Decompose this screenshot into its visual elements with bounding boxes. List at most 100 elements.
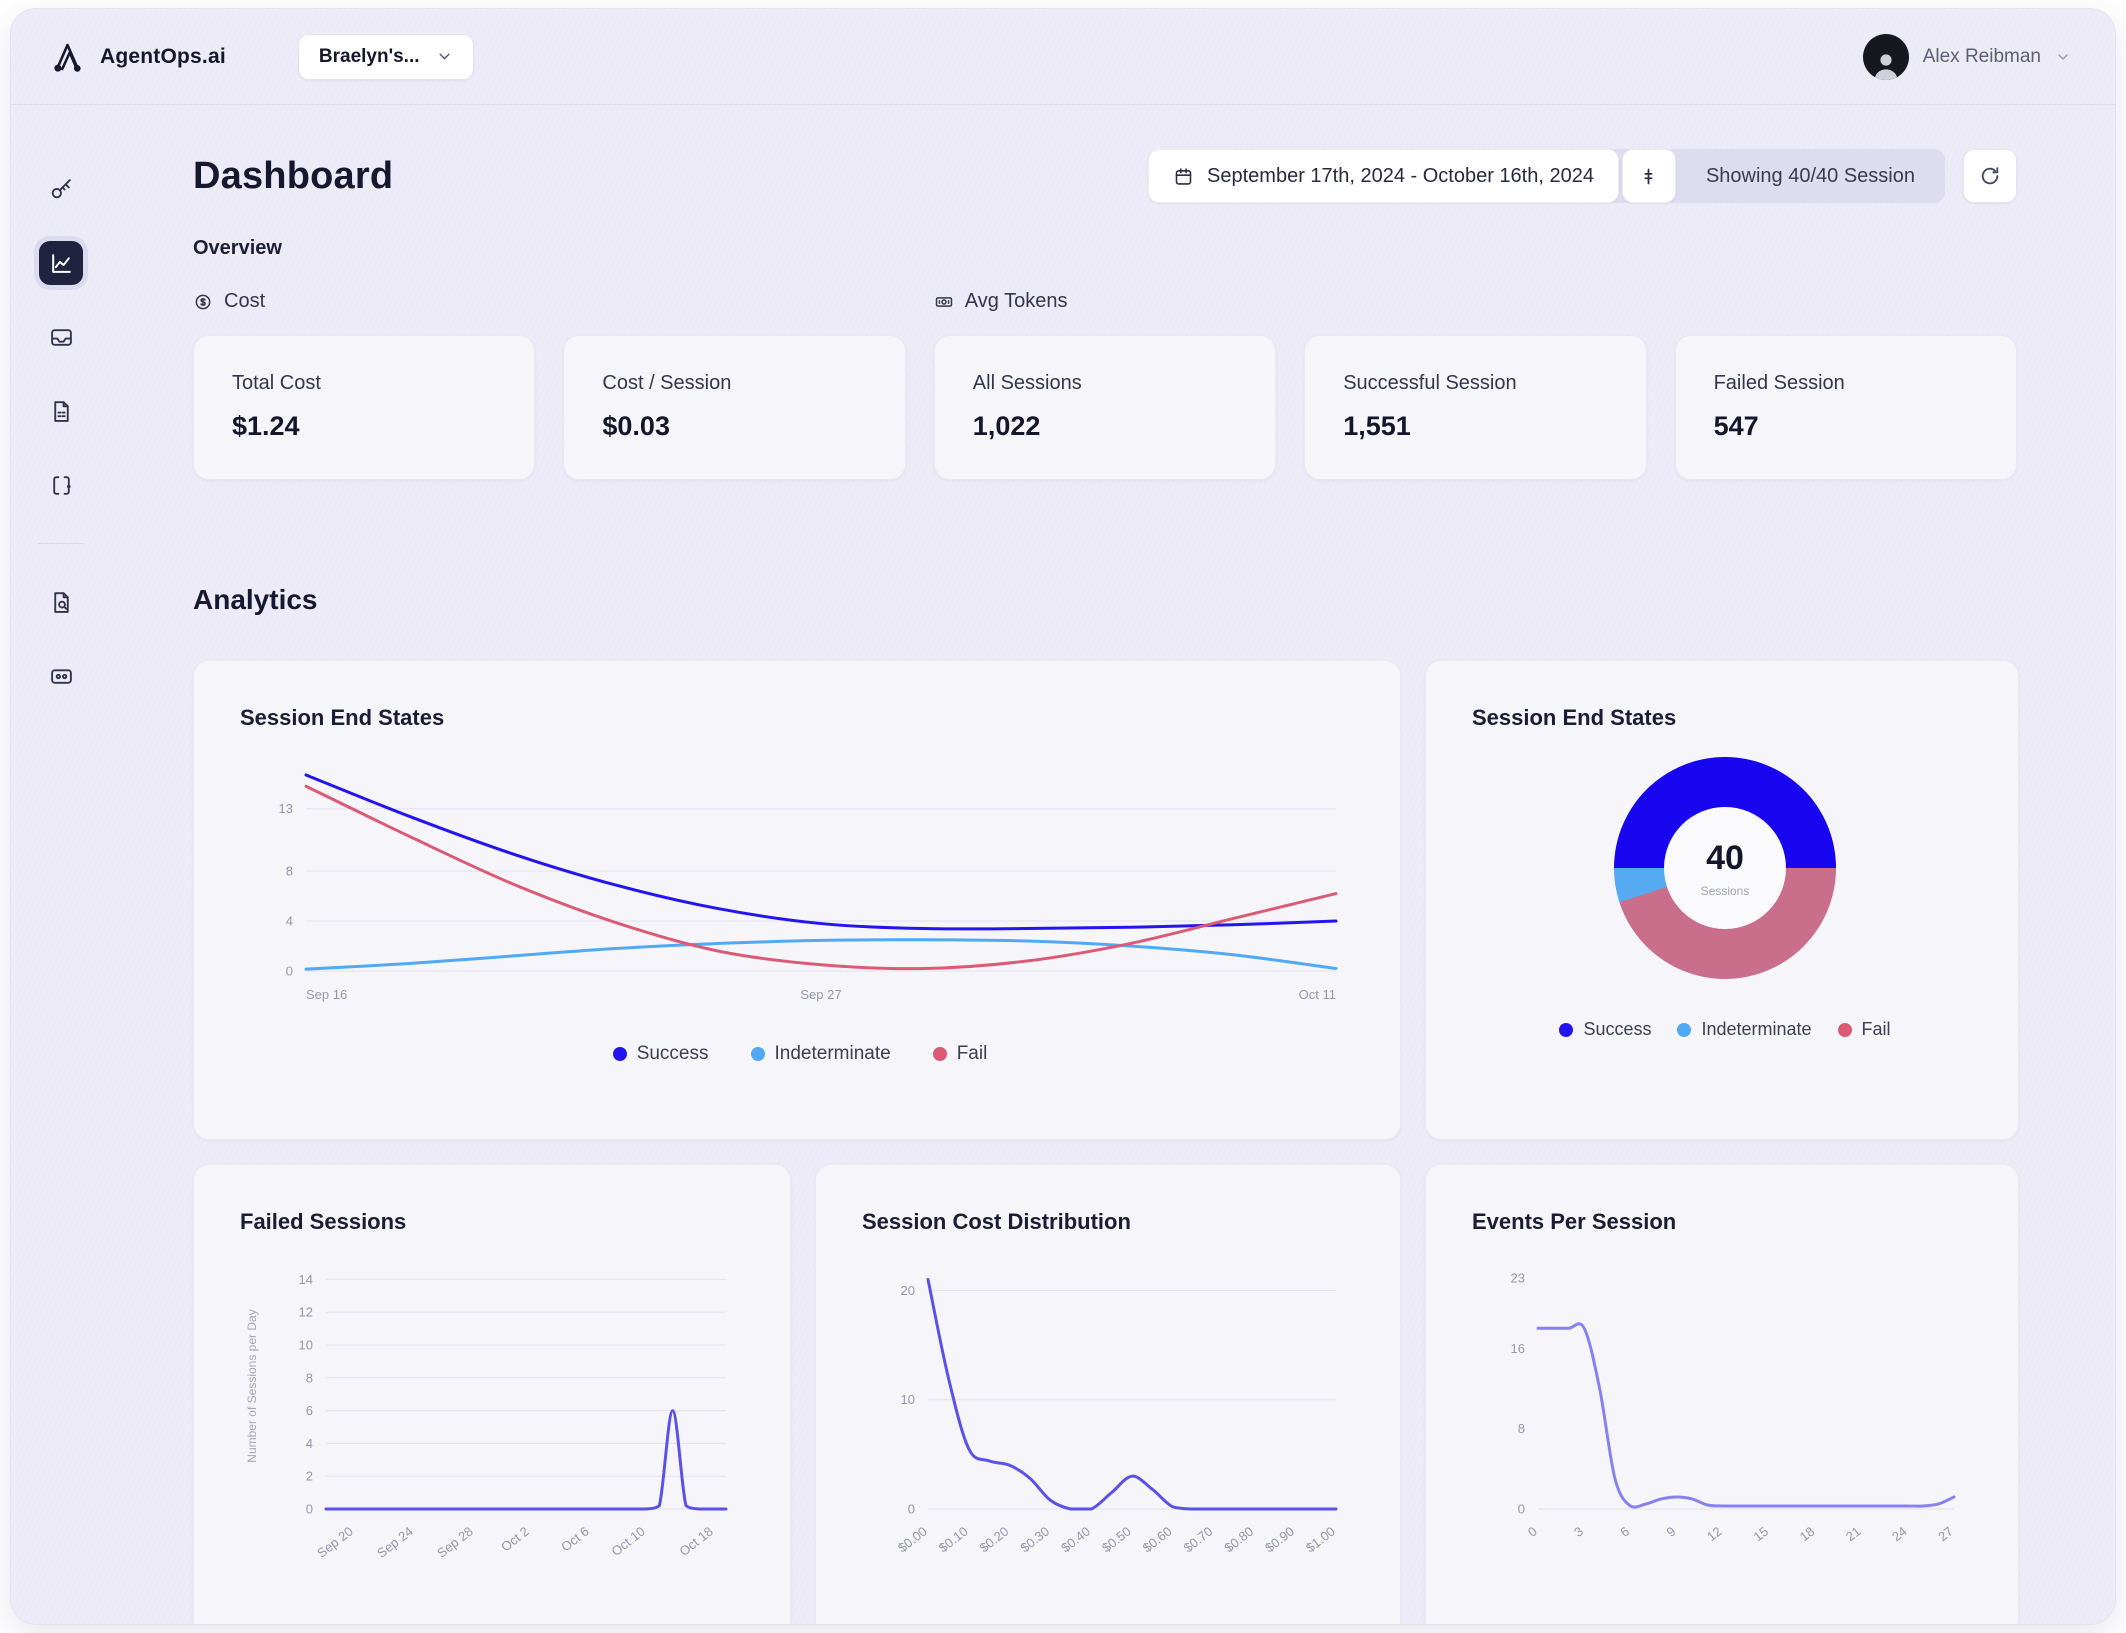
svg-text:Sep 28: Sep 28 xyxy=(434,1524,476,1561)
legend-item[interactable]: Indeterminate xyxy=(750,1043,891,1065)
analytics-heading: Analytics xyxy=(193,584,318,615)
sidebar-item-integrations[interactable] xyxy=(39,463,83,507)
legend-item[interactable]: Success xyxy=(1559,1019,1651,1040)
svg-text:$0.30: $0.30 xyxy=(1017,1524,1052,1556)
brand: AgentOps.ai xyxy=(51,39,226,75)
svg-text:$1.00: $1.00 xyxy=(1303,1524,1338,1556)
cost-group-tab[interactable]: Cost xyxy=(193,290,535,313)
overview-heading: Overview xyxy=(193,237,282,259)
app-window: AgentOps.ai Braelyn's... Alex Reibman Da… xyxy=(10,8,2116,1625)
sliders-icon xyxy=(1645,168,1653,184)
svg-text:Oct 11: Oct 11 xyxy=(1299,987,1336,1002)
session-end-states-donut-card: Session End States 40 Sessions Success In… xyxy=(1425,660,2019,1140)
date-range-button[interactable]: September 17th, 2024 - October 16th, 202… xyxy=(1148,149,1619,203)
svg-text:12: 12 xyxy=(299,1305,313,1320)
sidebar-item-docs[interactable] xyxy=(39,580,83,624)
chart-title: Events Per Session xyxy=(1472,1209,1677,1234)
sidebar-item-search[interactable] xyxy=(39,167,83,211)
line-chart-icon xyxy=(51,253,71,273)
svg-text:23: 23 xyxy=(1511,1271,1525,1286)
legend-item[interactable]: Fail xyxy=(1837,1019,1891,1040)
avg-tokens-group-tab[interactable]: Avg Tokens xyxy=(934,290,1276,313)
svg-text:10: 10 xyxy=(901,1392,915,1407)
svg-text:Oct 6: Oct 6 xyxy=(558,1524,592,1555)
events-per-session-chart: 0 8 16 23 0 3 6 9 12 15 18 21 24 27 xyxy=(1472,1241,1978,1589)
svg-text:18: 18 xyxy=(1797,1524,1818,1545)
svg-text:20: 20 xyxy=(901,1283,915,1298)
file-code-icon xyxy=(53,400,69,422)
svg-text:27: 27 xyxy=(1935,1524,1956,1545)
svg-text:Oct 10: Oct 10 xyxy=(608,1524,647,1559)
svg-text:Sep 27: Sep 27 xyxy=(800,987,841,1002)
page-title: Dashboard xyxy=(193,154,394,197)
stat-card-cost-per-session: Cost / Session $0.03 xyxy=(563,335,906,480)
svg-text:9: 9 xyxy=(1663,1524,1678,1540)
org-selector-button[interactable]: Braelyn's... xyxy=(297,33,474,80)
legend-dot xyxy=(750,1047,765,1061)
showing-sessions-label: Showing 40/40 Session xyxy=(1705,164,1915,187)
session-cost-distribution-card: Session Cost Distribution 0 10 20 $0.00 $0.1… xyxy=(815,1164,1401,1624)
svg-text:$0.00: $0.00 xyxy=(895,1524,930,1556)
org-selector-label: Braelyn's... xyxy=(318,45,420,67)
session-cost-distribution-chart: 0 10 20 $0.00 $0.10 $0.20 $0.30 $0.40 $0.50 $0.60… xyxy=(862,1241,1360,1589)
calendar-icon xyxy=(1175,167,1192,185)
refresh-button[interactable] xyxy=(1963,149,2017,203)
sidebar-item-sessions[interactable] xyxy=(39,315,83,359)
sidebar-item-logs[interactable] xyxy=(39,389,83,433)
svg-text:0: 0 xyxy=(1525,1524,1540,1540)
svg-text:24: 24 xyxy=(1889,1524,1910,1545)
svg-text:6: 6 xyxy=(1617,1524,1632,1540)
stat-label: Failed Session xyxy=(1713,372,1845,394)
svg-text:0: 0 xyxy=(908,1502,915,1517)
sidebar-item-dashboard[interactable] xyxy=(39,241,83,285)
chart-title: Session Cost Distribution xyxy=(862,1209,1131,1234)
card-icon xyxy=(50,668,72,684)
svg-text:$0.90: $0.90 xyxy=(1262,1524,1297,1556)
top-bar: AgentOps.ai Braelyn's... Alex Reibman xyxy=(11,9,2115,105)
legend-label: Indeterminate xyxy=(1701,1019,1812,1039)
user-menu[interactable]: Alex Reibman xyxy=(1862,33,2071,80)
chart-legend: Success Indeterminate Fail xyxy=(1472,1019,1978,1040)
doc-search-icon xyxy=(53,591,69,613)
svg-text:6: 6 xyxy=(306,1403,313,1418)
user-name: Alex Reibman xyxy=(1922,45,2041,67)
svg-text:$0.20: $0.20 xyxy=(977,1524,1012,1556)
legend-item[interactable]: Success xyxy=(612,1043,709,1065)
main-content: Dashboard September 17th, 2024 - October… xyxy=(111,105,2115,1624)
failed-sessions-card: Failed Sessions 0 2 4 6 8 10 12 14 Sep 20 Sep 24 S… xyxy=(193,1164,791,1624)
brackets-icon xyxy=(52,475,71,495)
legend-label: Fail xyxy=(956,1043,988,1064)
cost-group-label: Cost xyxy=(224,290,266,312)
chart-title: Failed Sessions xyxy=(240,1209,407,1234)
session-filter-group: September 17th, 2024 - October 16th, 202… xyxy=(1148,149,1945,203)
svg-text:15: 15 xyxy=(1751,1524,1772,1545)
legend-label: Success xyxy=(1583,1019,1652,1039)
legend-label: Indeterminate xyxy=(774,1043,891,1064)
legend-label: Fail xyxy=(1861,1019,1891,1039)
legend-dot xyxy=(1677,1022,1692,1037)
stat-value: 1,022 xyxy=(972,411,1041,441)
stat-value: 547 xyxy=(1713,411,1759,441)
session-end-states-line-card: Session End States 0 4 8 13 Sep 16 Sep 27 Oct … xyxy=(193,660,1401,1140)
svg-text:$0.50: $0.50 xyxy=(1099,1524,1134,1556)
legend-item[interactable]: Fail xyxy=(932,1043,988,1065)
svg-text:$0.70: $0.70 xyxy=(1181,1524,1216,1556)
filter-button[interactable] xyxy=(1621,149,1676,203)
avatar xyxy=(1862,33,1909,80)
avg-tokens-group-label: Avg Tokens xyxy=(964,290,1068,312)
person-icon xyxy=(1874,53,1898,80)
stat-value: 1,551 xyxy=(1343,411,1411,441)
legend-item[interactable]: Indeterminate xyxy=(1677,1019,1812,1040)
stat-label: Total Cost xyxy=(232,372,321,394)
svg-text:0: 0 xyxy=(306,1502,313,1517)
svg-text:16: 16 xyxy=(1511,1341,1525,1356)
donut-center: 40 Sessions xyxy=(1664,807,1786,929)
stat-value: $1.24 xyxy=(232,411,300,441)
svg-text:$0.80: $0.80 xyxy=(1221,1524,1256,1556)
svg-text:4: 4 xyxy=(286,914,293,929)
sidebar-item-billing[interactable] xyxy=(39,654,83,698)
stat-cards: Total Cost $1.24 Cost / Session $0.03 Al… xyxy=(193,335,2017,480)
svg-text:13: 13 xyxy=(279,801,293,816)
svg-text:$0.10: $0.10 xyxy=(936,1524,971,1556)
svg-text:Oct 18: Oct 18 xyxy=(676,1524,715,1559)
